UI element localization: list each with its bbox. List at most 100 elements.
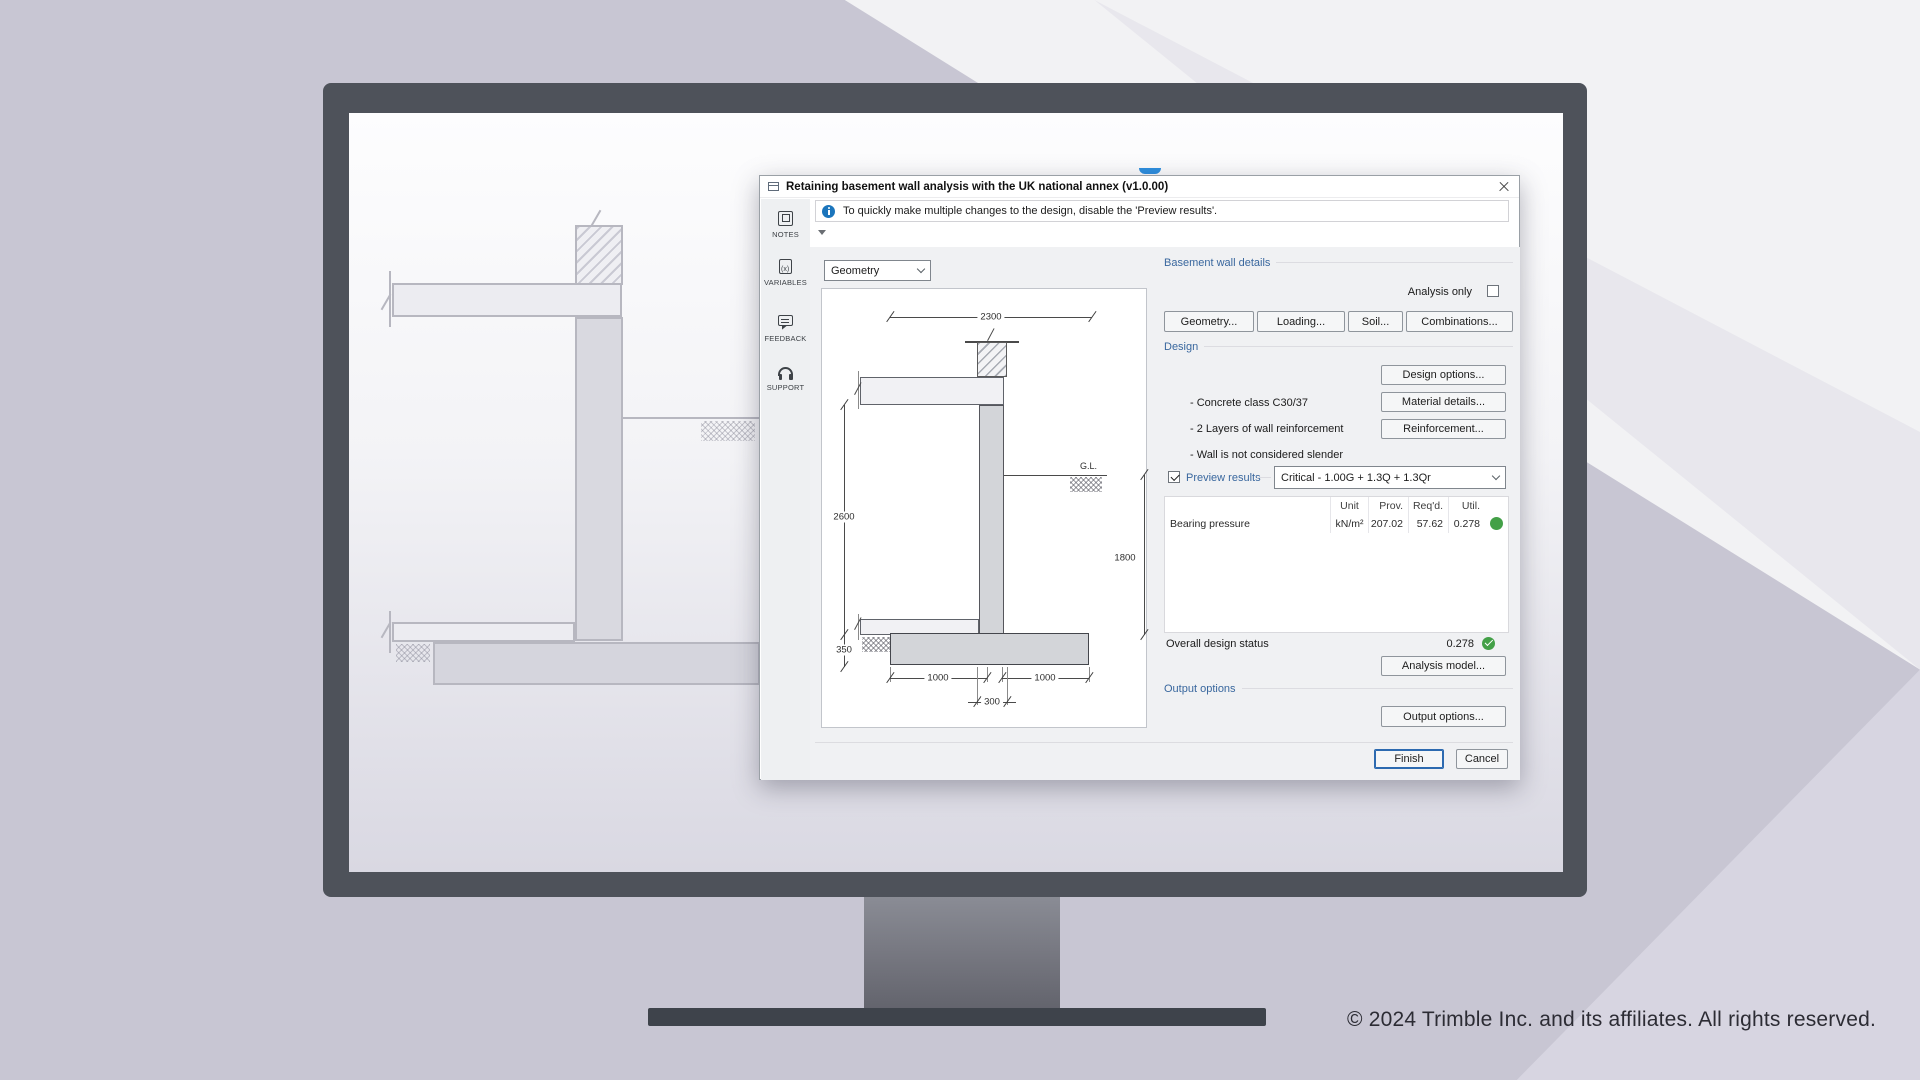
dialog-titlebar[interactable]: Retaining basement wall analysis with th… [760,176,1519,198]
geometry-button[interactable]: Geometry... [1164,311,1254,332]
sidebar-item-variables[interactable]: VARIABLES [761,259,810,287]
chevron-down-icon [917,265,925,273]
view-select[interactable]: Geometry [824,260,931,281]
chevron-down-icon [1492,472,1500,480]
dialog-title: Retaining basement wall analysis with th… [786,181,1168,193]
support-icon [778,367,793,376]
table-row-bearing-pressure[interactable]: Bearing pressure kN/m² 207.02 57.62 0.27… [1165,514,1508,533]
sidebar-item-label: SUPPORT [767,383,805,392]
faded-soil-hatch [701,421,755,441]
section-header: Output options [1164,683,1236,695]
faded-masonry-wall [575,225,623,285]
results-table: Unit Prov. Req'd. Util. Bearing pressure… [1164,496,1509,633]
faded-footing [433,642,760,685]
col-header-util: Util. [1448,497,1484,514]
soil-hatch [1070,477,1102,492]
close-icon[interactable] [1495,179,1513,195]
footing [890,633,1089,665]
result-reqd: 57.62 [1408,514,1448,533]
variables-icon [779,259,792,274]
sidebar-item-label: NOTES [772,230,799,239]
col-header-prov: Prov. [1368,497,1408,514]
reinforcement-button[interactable]: Reinforcement... [1381,419,1506,439]
result-name: Bearing pressure [1165,518,1330,530]
monitor-stand-base [648,1008,1266,1026]
dim-label-wall-thickness: 300 [981,697,1003,708]
sidebar-item-label: FEEDBACK [764,334,806,343]
output-options-button[interactable]: Output options... [1381,706,1506,727]
dialog-retaining-wall: Retaining basement wall analysis with th… [759,175,1520,780]
faded-wall-stem [575,317,623,641]
preview-results-checkbox[interactable] [1168,471,1180,483]
cancel-button[interactable]: Cancel [1456,749,1508,769]
design-note: - 2 Layers of wall reinforcement [1190,423,1343,435]
info-icon [822,205,835,218]
footer-divider [815,742,1513,743]
pass-icon [1482,637,1495,650]
combination-select[interactable]: Critical - 1.00G + 1.3Q + 1.3Qr [1274,466,1506,489]
soil-button[interactable]: Soil... [1348,311,1403,332]
sidebar-item-support[interactable]: SUPPORT [761,367,810,392]
faded-slab-end-line [389,271,391,327]
section-header: Basement wall details [1164,257,1270,269]
ground-line [1004,475,1107,476]
faded-soil-hatch [396,644,430,662]
result-util: 0.278 [1448,514,1484,533]
monitor-screen: Retaining basement wall analysis with th… [349,113,1563,872]
masonry-wall [977,342,1007,377]
dialog-sidebar: NOTES VARIABLES FEEDBACK SUPPORT [761,199,810,780]
chevron-down-icon[interactable] [818,230,826,235]
dim-label-heel-width: 1000 [1031,673,1058,684]
view-select-value: Geometry [831,265,879,277]
wall-stem [979,405,1004,635]
feedback-icon [778,315,793,326]
notes-icon [778,211,793,226]
col-header-reqd: Req'd. [1408,497,1448,514]
section-output-options: Output options [1164,682,1513,695]
col-header-unit: Unit [1330,497,1368,514]
overall-status-value: 0.278 [1410,638,1474,650]
sidebar-item-notes[interactable]: NOTES [761,211,810,239]
preview-results-label: Preview results [1186,472,1261,484]
material-details-button[interactable]: Material details... [1381,392,1506,412]
dim-label-wall-height: 2600 [830,512,857,523]
analysis-only-label: Analysis only [1300,286,1472,298]
design-note: - Wall is not considered slender [1190,449,1343,461]
faded-slab-end-line [389,611,391,653]
ground-label: G.L. [1080,461,1097,471]
window-icon [768,182,779,191]
diagram-panel: 2300 G.L. [821,288,1147,728]
slab-end-line [858,371,859,409]
sidebar-item-label: VARIABLES [764,278,807,287]
loading-button[interactable]: Loading... [1257,311,1345,332]
info-banner: To quickly make multiple changes to the … [815,200,1509,222]
section-header: Design [1164,341,1198,353]
dim-label-top-width: 2300 [977,312,1004,323]
section-basement-wall-details: Basement wall details [1164,256,1513,269]
dim-label-retained-height: 1800 [1111,553,1138,564]
result-prov: 207.02 [1368,514,1408,533]
faded-top-slab [392,283,622,317]
design-note: - Concrete class C30/37 [1190,397,1308,409]
logo-fragment [1139,168,1161,174]
finish-button[interactable]: Finish [1374,749,1444,769]
combinations-button[interactable]: Combinations... [1406,311,1513,332]
pass-icon [1490,517,1503,530]
result-unit: kN/m² [1330,514,1368,533]
top-slab [860,377,1004,405]
design-options-button[interactable]: Design options... [1381,365,1506,385]
dim-label-base-thickness: 350 [833,645,855,656]
monitor-bezel: Retaining basement wall analysis with th… [323,83,1587,897]
results-table-header: Unit Prov. Req'd. Util. [1165,497,1508,514]
monitor-stand-neck [864,897,1060,1008]
sidebar-item-feedback[interactable]: FEEDBACK [761,315,810,343]
page: Retaining basement wall analysis with th… [0,0,1920,1080]
dim-line [1144,475,1145,635]
dim-label-toe-width: 1000 [924,673,951,684]
analysis-model-button[interactable]: Analysis model... [1381,656,1506,676]
analysis-only-checkbox[interactable] [1487,285,1499,297]
rule [1257,477,1271,478]
break-mark [987,328,995,341]
faded-basement-slab [392,622,575,642]
combination-value: Critical - 1.00G + 1.3Q + 1.3Qr [1281,472,1431,484]
